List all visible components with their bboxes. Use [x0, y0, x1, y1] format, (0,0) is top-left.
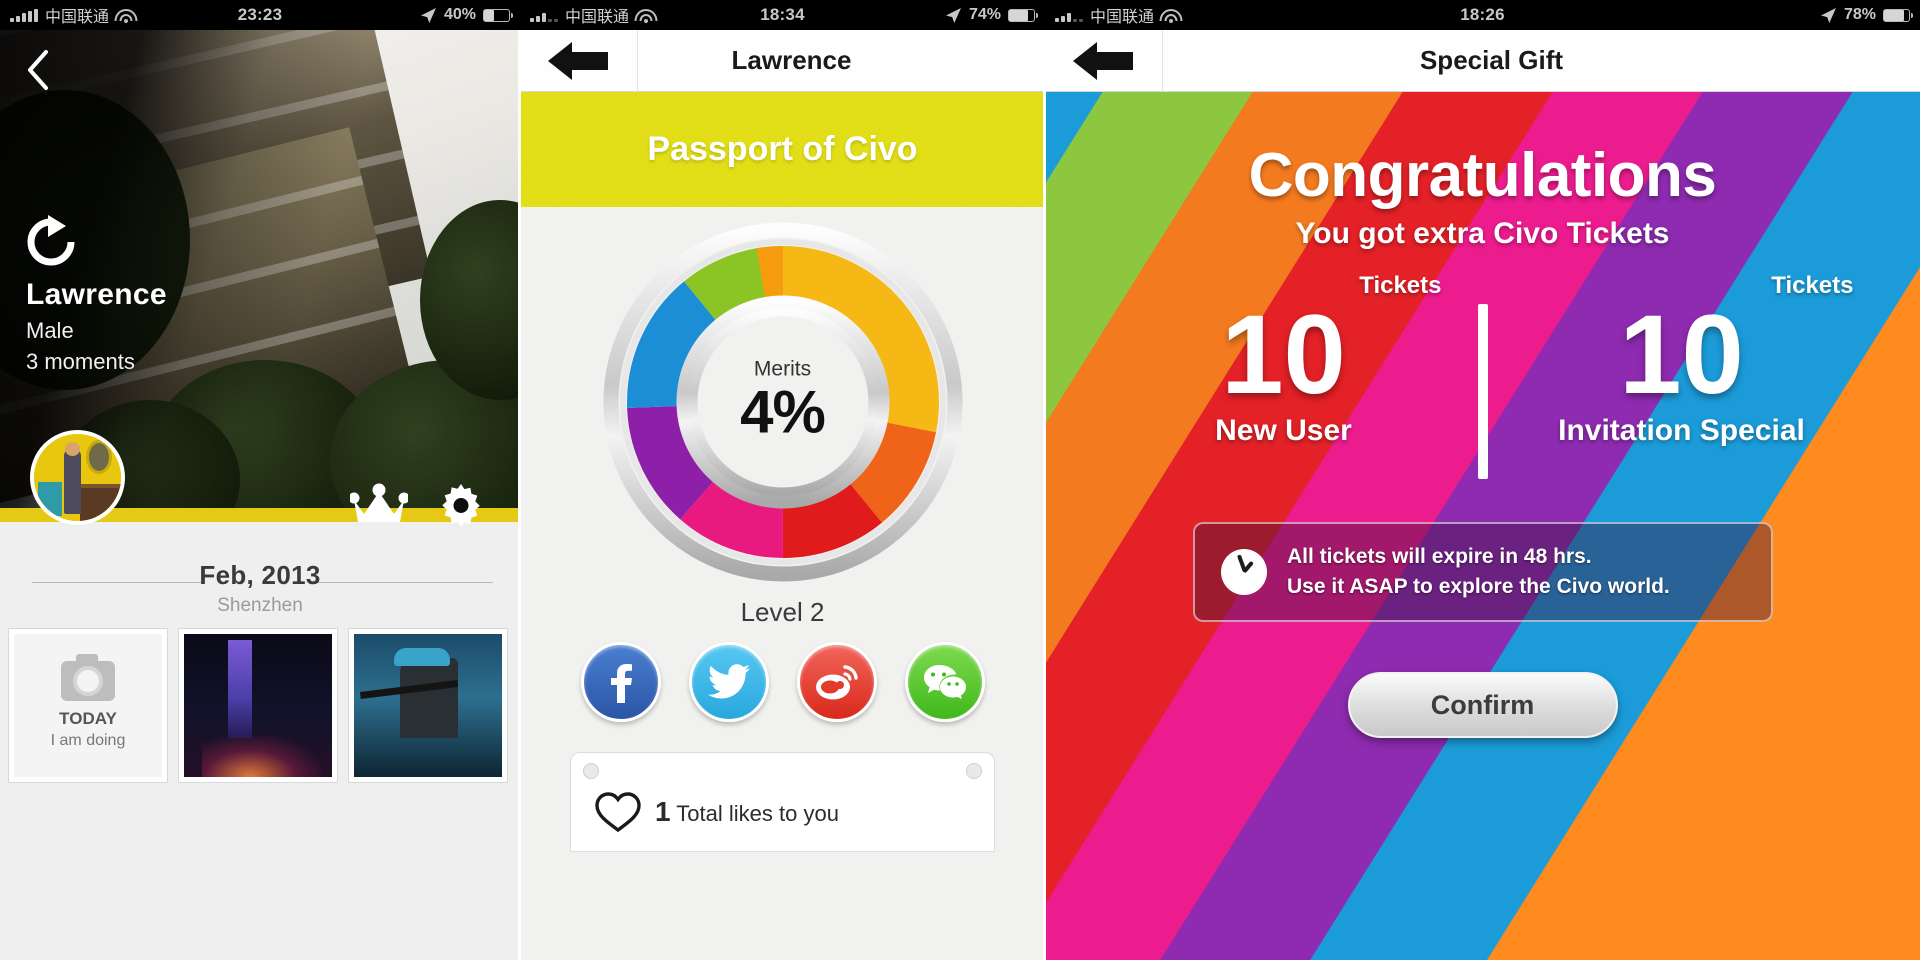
- back-button[interactable]: [1045, 30, 1163, 92]
- twitter-icon: [707, 664, 750, 699]
- gift-navbar: Special Gift: [1045, 30, 1920, 92]
- crown-icon: [348, 483, 410, 522]
- card-dot-right: [966, 763, 982, 779]
- battery-percent: 78%: [1843, 6, 1876, 23]
- back-chevron-icon: [28, 50, 48, 90]
- thumbnail-label: TODAY: [59, 709, 117, 728]
- likes-caption: Total likes to you: [676, 801, 839, 826]
- likes-count: 1: [655, 796, 671, 827]
- ticket-count: 10: [1619, 292, 1744, 417]
- status-bar-panel-3: 中国联通 18:26 78%: [1045, 0, 1920, 30]
- gift-body: Congratulations You got extra Civo Ticke…: [1045, 92, 1920, 960]
- donut-center-label: Merits 4%: [673, 358, 893, 447]
- likes-text: 1 Total likes to you: [655, 796, 839, 828]
- clock-icon: [1221, 549, 1267, 595]
- ticket-count: 10: [1221, 292, 1346, 417]
- battery-icon: [1008, 8, 1039, 22]
- social-share-row: [520, 642, 1045, 722]
- likes-row: 1 Total likes to you: [595, 791, 839, 833]
- status-right-group: 40%: [420, 6, 514, 24]
- wechat-icon: [923, 665, 966, 699]
- camera-icon: [61, 654, 115, 701]
- special-gift-screen: Special Gift Congratulations You got ext…: [1045, 30, 1920, 960]
- expiry-notice: All tickets will expire in 48 hrs. Use i…: [1193, 522, 1773, 622]
- profile-gender: Male: [26, 318, 74, 343]
- ticket-label: New User: [1215, 413, 1352, 447]
- weibo-share-button[interactable]: [796, 642, 877, 722]
- profile-moments-count: 3 moments: [26, 349, 135, 374]
- likes-card[interactable]: 1 Total likes to you: [570, 752, 995, 852]
- passport-screen: Lawrence Passport of Civo Merits 4% Leve…: [520, 30, 1045, 960]
- ticket-block-new-user: Tickets 10 New User: [1104, 272, 1464, 448]
- panel-separator: [518, 30, 521, 960]
- gift-subline: You got extra Civo Tickets: [1295, 217, 1670, 250]
- ticket-divider: [1477, 304, 1488, 479]
- status-right-group: 78%: [1820, 6, 1914, 24]
- back-button[interactable]: [520, 30, 638, 92]
- status-time: 18:26: [1460, 5, 1505, 24]
- status-bar: 中国联通 23:23 40% 中国联通 18:34 74% 中国联通 18:26…: [0, 0, 1920, 30]
- battery-icon: [483, 8, 514, 22]
- moment-thumbnail-photo[interactable]: [178, 628, 338, 783]
- twitter-share-button[interactable]: [688, 642, 769, 722]
- vip-crown-button[interactable]: [348, 482, 410, 531]
- gift-headline: Congratulations: [1248, 141, 1717, 210]
- passport-navbar: Lawrence: [520, 30, 1045, 92]
- back-arrow-icon: [1072, 41, 1133, 80]
- wechat-share-button[interactable]: [904, 642, 985, 722]
- location-arrow-icon: [945, 7, 961, 23]
- tickets-row: Tickets 10 New User Tickets 10 Invitatio…: [1045, 272, 1920, 479]
- passport-banner-title: Passport of Civo: [647, 130, 918, 168]
- facebook-share-button[interactable]: [580, 642, 661, 722]
- status-bar-panel-1: 中国联通 23:23 40%: [0, 0, 520, 30]
- timeline-date: Feb, 2013: [199, 560, 321, 590]
- status-bar-panel-2: 中国联通 18:34 74%: [520, 0, 1045, 30]
- back-button[interactable]: [10, 42, 66, 98]
- refresh-button[interactable]: [24, 215, 78, 269]
- thumbnail-sublabel: I am doing: [50, 732, 126, 749]
- profile-name: Lawrence: [26, 278, 167, 311]
- moment-thumbnail-add[interactable]: TODAY I am doing: [8, 628, 168, 783]
- page-title: Lawrence: [731, 45, 852, 75]
- screenshot-root: 中国联通 23:23 40% 中国联通 18:34 74% 中国联通 18:26…: [0, 0, 1920, 960]
- profile-meta: Male 3 moments: [26, 315, 135, 377]
- page-title: Special Gift: [1419, 45, 1564, 75]
- card-dot-left: [583, 763, 599, 779]
- level-label: Level 2: [740, 597, 825, 627]
- timeline-location: Shenzhen: [217, 595, 303, 616]
- ticket-label: Invitation Special: [1558, 413, 1805, 447]
- refresh-icon: [27, 215, 75, 266]
- gear-icon: [442, 484, 480, 527]
- passport-body: Merits 4% Level 2 1 Total likes to you: [520, 207, 1045, 960]
- moments-thumbnail-row: TODAY I am doing: [0, 628, 520, 788]
- notice-line-2: Use it ASAP to explore the Civo world.: [1287, 575, 1670, 598]
- merits-donut-chart: Merits 4%: [603, 222, 963, 582]
- avatar[interactable]: [30, 430, 125, 525]
- battery-percent: 74%: [968, 6, 1001, 23]
- heart-icon: [595, 792, 641, 833]
- settings-button[interactable]: [436, 482, 486, 537]
- battery-percent: 40%: [443, 6, 476, 23]
- timeline-date-header: Feb, 2013 Shenzhen: [0, 550, 520, 616]
- weibo-icon: [815, 665, 858, 700]
- status-right-group: 74%: [945, 6, 1039, 24]
- battery-icon: [1883, 8, 1914, 22]
- confirm-button[interactable]: Confirm: [1347, 672, 1618, 738]
- moment-thumbnail-photo[interactable]: [348, 628, 508, 783]
- back-arrow-icon: [547, 41, 608, 80]
- notice-line-1: All tickets will expire in 48 hrs.: [1287, 545, 1592, 568]
- gift-content: Congratulations You got extra Civo Ticke…: [1045, 92, 1920, 960]
- location-arrow-icon: [1820, 7, 1836, 23]
- panel-separator: [1043, 30, 1046, 960]
- facebook-icon: [610, 664, 632, 703]
- merits-value: 4%: [740, 378, 826, 446]
- location-arrow-icon: [420, 7, 436, 23]
- notice-text: All tickets will expire in 48 hrs. Use i…: [1287, 542, 1670, 602]
- profile-screen: Lawrence Male 3 moments Feb, 2013 Shenzh…: [0, 30, 520, 960]
- ticket-block-invitation: Tickets 10 Invitation Special: [1502, 272, 1862, 448]
